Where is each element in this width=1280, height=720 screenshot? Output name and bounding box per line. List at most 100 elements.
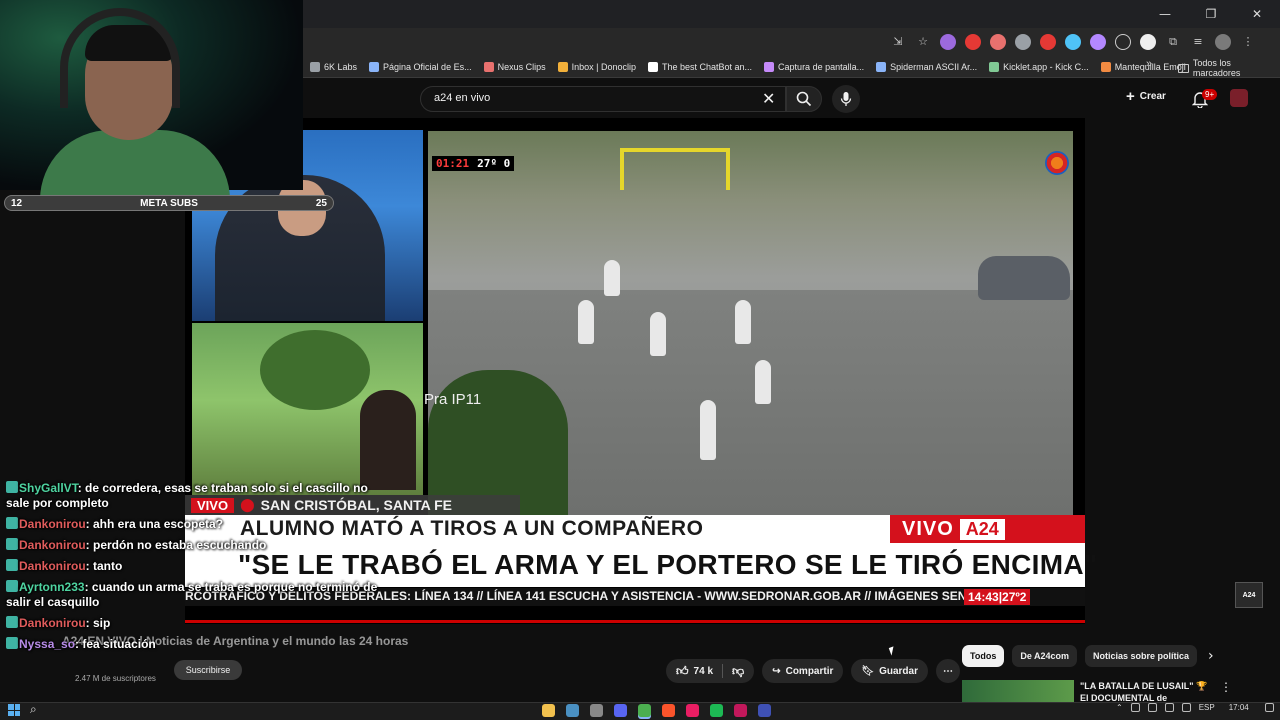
extension-icon[interactable] — [1065, 34, 1081, 50]
recommendation-menu-icon[interactable]: ⋮ — [1220, 680, 1232, 694]
subscriber-count: 2.47 M de suscriptores — [75, 674, 156, 683]
extension-icon[interactable] — [1090, 34, 1106, 50]
chat-message: Nyssa_so: fea situación — [6, 637, 386, 652]
media-control-icon[interactable]: ≡ — [1190, 34, 1206, 50]
extension-icon[interactable] — [940, 34, 956, 50]
brave-icon[interactable] — [662, 704, 675, 717]
recommendation-thumbnail[interactable] — [962, 680, 1074, 702]
puzzle-icon[interactable]: ⧉ — [1165, 34, 1181, 50]
thumbs-down-icon[interactable]: 👎︎ — [732, 664, 744, 679]
voice-search-button[interactable] — [832, 85, 860, 113]
chat-username: Dankonirou — [19, 517, 86, 531]
app-icon[interactable] — [758, 704, 771, 717]
app-icon[interactable] — [734, 704, 747, 717]
bookmark-label: Página Oficial de Es... — [383, 62, 472, 72]
tray-app-icon[interactable] — [1147, 703, 1157, 712]
bookmark-item[interactable]: Inbox | Donoclip — [557, 62, 636, 72]
filter-chip[interactable]: Noticias sobre política — [1085, 645, 1198, 667]
chat-message: Dankonirou: tanto — [6, 559, 386, 574]
volume-icon[interactable] — [1181, 703, 1191, 712]
extension-icon[interactable] — [1115, 34, 1131, 50]
close-window-button[interactable]: ✕ — [1234, 0, 1280, 28]
profile-icon[interactable] — [1215, 34, 1231, 50]
search-icon — [796, 91, 812, 107]
browser-menu-icon[interactable]: ⋮ — [1240, 34, 1256, 50]
video-park-tree — [260, 330, 370, 410]
cctv-channel-logo-icon — [1045, 151, 1069, 175]
bookmarks-list: 6K Labs Página Oficial de Es... Nexus Clip… — [310, 58, 1186, 76]
extension-icon[interactable] — [990, 34, 1006, 50]
chevron-right-icon[interactable]: › — [1208, 648, 1214, 664]
taskbar-clock[interactable]: 17:04 — [1229, 703, 1249, 712]
tray-arrow-icon[interactable]: ⌃ — [1116, 703, 1123, 712]
account-avatar[interactable] — [1230, 89, 1248, 107]
video-cctv-student — [735, 300, 751, 344]
install-icon[interactable]: ⇲ — [890, 34, 906, 50]
file-explorer-icon[interactable] — [542, 704, 555, 717]
subscribe-button[interactable]: Suscribirse — [174, 660, 242, 680]
share-label: Compartir — [785, 665, 834, 677]
video-cctv-student — [650, 312, 666, 356]
meta-subs-goal: 25 — [315, 197, 327, 209]
notifications-badge: 9+ — [1202, 89, 1218, 100]
search-button[interactable] — [786, 86, 822, 112]
filter-chip[interactable]: Todos — [962, 645, 1005, 667]
spotify-icon[interactable] — [710, 704, 723, 717]
taskbar-apps — [542, 704, 771, 717]
bookmark-item[interactable]: Spiderman ASCII Ar... — [876, 62, 977, 72]
filter-chip[interactable]: De A24com — [1012, 645, 1078, 667]
bookmark-item[interactable]: Captura de pantalla... — [764, 62, 864, 72]
discord-icon[interactable] — [614, 704, 627, 717]
taskbar-search-icon[interactable]: ⌕ — [30, 702, 37, 717]
bookmark-item[interactable]: Kicklet.app - Kick C... — [989, 62, 1089, 72]
restore-button[interactable]: ❐ — [1188, 0, 1234, 28]
create-label: Crear — [1139, 91, 1166, 102]
bookmark-item[interactable]: 6K Labs — [310, 62, 357, 72]
media-app-icon[interactable] — [686, 704, 699, 717]
save-button[interactable]: 🔖︎ Guardar — [851, 659, 928, 683]
star-bookmark-icon[interactable]: ☆ — [915, 34, 931, 50]
more-actions-button[interactable]: ⋯ — [936, 659, 960, 683]
bookmark-favicon-icon — [764, 62, 775, 72]
language-indicator[interactable]: ESP — [1199, 703, 1215, 712]
app-icon[interactable] — [590, 704, 603, 717]
bookmarks-overflow-button[interactable]: » — [1146, 58, 1152, 70]
like-count: 74 k — [693, 665, 714, 677]
channel-watermark: A24 — [1235, 582, 1263, 608]
create-button[interactable]: + Crear — [1126, 88, 1166, 105]
bookmark-item[interactable]: The best ChatBot an... — [647, 62, 752, 72]
clear-search-icon[interactable]: ✕ — [762, 89, 775, 108]
minimize-button[interactable]: — — [1142, 0, 1188, 28]
bookmark-item[interactable]: Mantequilla Emoji — [1100, 62, 1186, 72]
bookmark-favicon-icon — [310, 62, 320, 72]
network-icon[interactable] — [1164, 703, 1174, 712]
like-button[interactable]: 👍︎ 74 k 👎︎ — [666, 659, 755, 683]
bookmark-item[interactable]: Nexus Clips — [483, 62, 546, 72]
window-controls: — ❐ ✕ — [1142, 0, 1280, 28]
extension-icon[interactable] — [1015, 34, 1031, 50]
windows-start-icon[interactable] — [8, 704, 20, 716]
steam-icon[interactable] — [566, 704, 579, 717]
cctv-time: 01:21 — [432, 156, 474, 171]
bookmark-label: Kicklet.app - Kick C... — [1003, 62, 1089, 72]
chrome-icon[interactable] — [638, 704, 651, 717]
bookmark-label: 6K Labs — [324, 62, 358, 72]
notification-center-icon[interactable] — [1264, 703, 1274, 712]
tray-app-icon[interactable] — [1130, 703, 1140, 712]
extension-icon[interactable] — [1140, 34, 1156, 50]
chat-message: ShyGallVT: de corredera, esas se traban … — [6, 481, 386, 511]
search-query-text[interactable]: a24 en vivo — [434, 92, 490, 104]
save-label: Guardar — [879, 665, 918, 677]
extension-icon[interactable] — [965, 34, 981, 50]
thumbs-up-icon: 👍︎ — [676, 663, 689, 678]
video-cctv-gate — [620, 148, 730, 190]
bookmark-item[interactable]: Página Oficial de Es... — [369, 62, 472, 72]
share-button[interactable]: ↪ Compartir — [762, 659, 844, 683]
extension-icon[interactable] — [1040, 34, 1056, 50]
chat-badge-icon — [6, 481, 18, 493]
cctv-timestamp: 01:21 27º 0 — [432, 156, 515, 171]
bookmark-favicon-icon — [483, 62, 494, 72]
chat-badge-icon — [6, 580, 18, 592]
all-bookmarks-folder[interactable]: Todos los marcadores — [1178, 58, 1280, 78]
chat-message: Dankonirou: perdón no estaba escuchando — [6, 538, 386, 553]
